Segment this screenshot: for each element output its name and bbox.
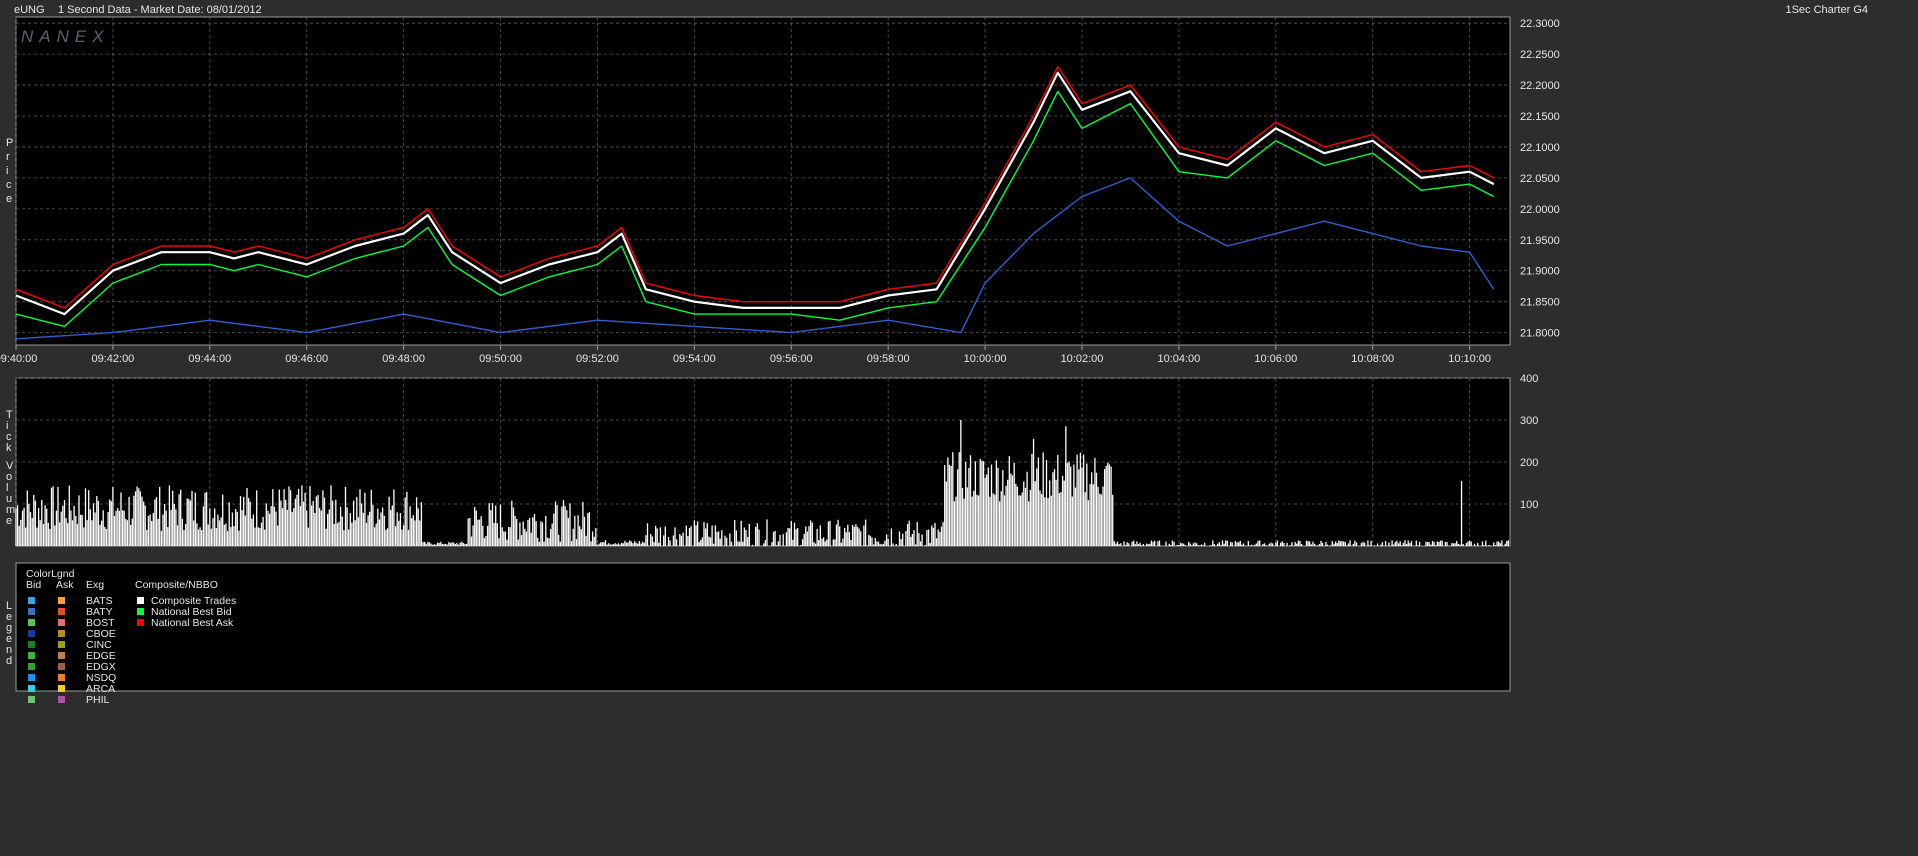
volume-axis-label: TickVolume bbox=[6, 409, 15, 527]
price-axis-label-char: c bbox=[6, 179, 12, 191]
price-axis-label: Price bbox=[6, 137, 13, 205]
time-tick-label: 09:58:00 bbox=[867, 353, 910, 365]
legend-bid-swatch bbox=[28, 597, 35, 604]
legend-ask-swatch bbox=[58, 652, 65, 659]
legend-ask-swatch bbox=[58, 630, 65, 637]
legend-ask-swatch bbox=[58, 641, 65, 648]
time-tick-label: 09:42:00 bbox=[91, 353, 134, 365]
legend-bid-swatch bbox=[28, 630, 35, 637]
legend-header-exg: Exg bbox=[86, 579, 104, 591]
time-tick-label: 09:46:00 bbox=[285, 353, 328, 365]
price-tick-label: 21.8000 bbox=[1520, 328, 1560, 340]
price-axis-label-char: P bbox=[6, 137, 13, 149]
volume-axis-label-char: e bbox=[6, 515, 12, 527]
legend-header-ask: Ask bbox=[56, 579, 74, 591]
legend-bid-swatch bbox=[28, 674, 35, 681]
legend-exchange-label: PHIL bbox=[86, 694, 110, 706]
chart-canvas: 22.3000 22.2500 22.2000 22.1500 22.1000 22.05… bbox=[0, 16, 1560, 706]
legend-ask-swatch bbox=[58, 696, 65, 703]
volume-tick-label: 400 bbox=[1520, 373, 1538, 385]
price-tick-label: 22.1000 bbox=[1520, 142, 1560, 154]
time-tick-label: 09:52:00 bbox=[576, 353, 619, 365]
legend-composite-swatch bbox=[137, 597, 144, 604]
time-tick-label: 09:44:00 bbox=[188, 353, 231, 365]
legend-header-bid: Bid bbox=[26, 579, 41, 591]
legend-header-composite: Composite/NBBO bbox=[135, 579, 218, 591]
price-tick-label: 21.9500 bbox=[1520, 235, 1560, 247]
legend-bid-swatch bbox=[28, 685, 35, 692]
price-axis-label-char: e bbox=[6, 193, 12, 205]
time-tick-label: 09:40:00 bbox=[0, 353, 37, 365]
legend-bid-swatch bbox=[28, 663, 35, 670]
legend-composite-label: National Best Ask bbox=[151, 617, 234, 629]
time-tick-label: 09:50:00 bbox=[479, 353, 522, 365]
legend-bid-swatch bbox=[28, 608, 35, 615]
time-tick-label: 09:48:00 bbox=[382, 353, 425, 365]
price-tick-label: 21.8500 bbox=[1520, 297, 1560, 309]
price-tick-label: 22.1500 bbox=[1520, 111, 1560, 123]
legend-ask-swatch bbox=[58, 663, 65, 670]
legend-bid-swatch bbox=[28, 652, 35, 659]
time-tick-label: 10:10:00 bbox=[1448, 353, 1491, 365]
price-tick-label: 22.0500 bbox=[1520, 173, 1560, 185]
legend-bid-swatch bbox=[28, 641, 35, 648]
legend-ask-swatch bbox=[58, 674, 65, 681]
time-tick-label: 09:54:00 bbox=[673, 353, 716, 365]
volume-axis-label-char: k bbox=[6, 442, 12, 454]
volume-panel: 400 300 200 100 T i c k Vo l u m e bbox=[6, 373, 1538, 547]
legend-composite-swatch bbox=[137, 608, 144, 615]
volume-tick-label: 300 bbox=[1520, 415, 1538, 427]
legend-area bbox=[15, 562, 1511, 692]
price-tick-label: 22.0000 bbox=[1520, 204, 1560, 216]
price-plot-area bbox=[15, 16, 1511, 346]
nanex-watermark: NANEX bbox=[21, 27, 110, 46]
price-tick-label: 22.3000 bbox=[1520, 18, 1560, 30]
volume-tick-label: 200 bbox=[1520, 457, 1538, 469]
price-tick-label: 22.2000 bbox=[1520, 80, 1560, 92]
price-tick-label: 22.2500 bbox=[1520, 49, 1560, 61]
legend-side-label-char: d bbox=[6, 655, 12, 667]
time-tick-label: 10:08:00 bbox=[1351, 353, 1394, 365]
legend-side-label: Legend bbox=[6, 600, 12, 667]
legend-bid-swatch bbox=[28, 619, 35, 626]
price-axis-label-char: r bbox=[6, 151, 10, 163]
legend-panel: ColorLgndBid Ask Exg Composite/NBBOBATSBATY… bbox=[6, 562, 1511, 706]
legend-ask-swatch bbox=[58, 685, 65, 692]
volume-tick-label: 100 bbox=[1520, 499, 1538, 511]
time-tick-label: 10:04:00 bbox=[1157, 353, 1200, 365]
price-axis-label-char: i bbox=[6, 165, 8, 177]
legend-ask-swatch bbox=[58, 608, 65, 615]
legend-ask-swatch bbox=[58, 597, 65, 604]
time-tick-label: 10:02:00 bbox=[1061, 353, 1104, 365]
time-tick-label: 10:00:00 bbox=[964, 353, 1007, 365]
legend-ask-swatch bbox=[58, 619, 65, 626]
legend-composite-swatch bbox=[137, 619, 144, 626]
price-tick-label: 21.9000 bbox=[1520, 266, 1560, 278]
legend-bid-swatch bbox=[28, 696, 35, 703]
time-tick-label: 10:06:00 bbox=[1254, 353, 1297, 365]
price-panel: 22.3000 22.2500 22.2000 22.1500 22.1000 22.05… bbox=[0, 16, 1560, 365]
time-tick-label: 09:56:00 bbox=[770, 353, 813, 365]
